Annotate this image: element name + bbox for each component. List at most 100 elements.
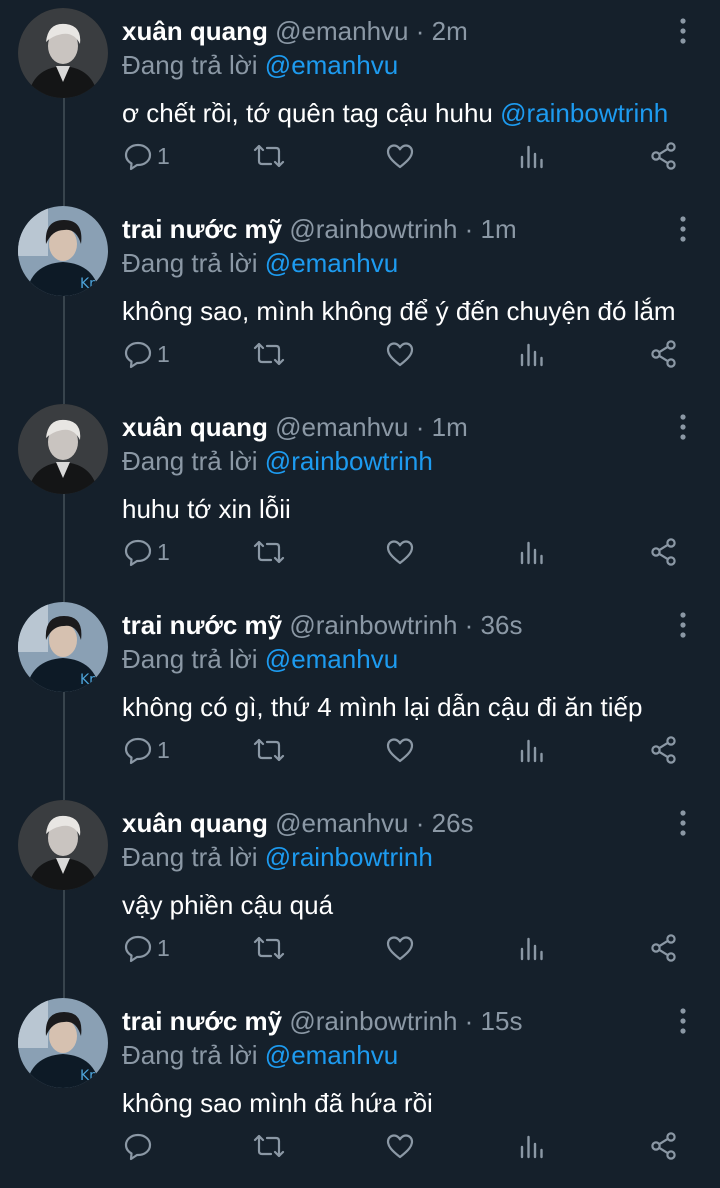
share-button[interactable] [649, 729, 679, 771]
timestamp[interactable]: 26s [432, 808, 474, 838]
more-button[interactable] [672, 806, 694, 840]
reply-to-mention[interactable]: @emanhvu [265, 644, 398, 674]
reply-to-mention[interactable]: @emanhvu [265, 1040, 398, 1070]
reply-to-mention[interactable]: @emanhvu [265, 50, 398, 80]
display-name[interactable]: xuân quang [122, 16, 268, 46]
reply-button[interactable]: 1 [123, 927, 170, 969]
retweet-button[interactable] [253, 531, 285, 573]
avatar[interactable]: Kr [18, 998, 108, 1088]
analytics-button[interactable] [518, 135, 546, 177]
analytics-button[interactable] [518, 729, 546, 771]
share-button[interactable] [649, 135, 679, 177]
retweet-button[interactable] [253, 333, 285, 375]
more-icon [680, 612, 686, 638]
reply-prefix: Đang trả lời [122, 842, 258, 872]
tweet-text: huhu tớ xin lỗii [122, 492, 291, 526]
avatar[interactable]: Kr [18, 602, 108, 692]
retweet-button[interactable] [253, 135, 285, 177]
analytics-icon [520, 739, 543, 763]
like-button[interactable] [385, 729, 415, 771]
analytics-icon [520, 1135, 543, 1159]
like-button[interactable] [385, 333, 415, 375]
like-button[interactable] [385, 135, 415, 177]
like-icon [386, 540, 414, 565]
reply-button[interactable]: 1 [123, 333, 170, 375]
display-name[interactable]: trai nước mỹ [122, 214, 282, 244]
tweet[interactable]: Kr trai nước mỹ @rainbowtrinh · 36s Đang… [0, 594, 720, 792]
timestamp[interactable]: 1m [432, 412, 468, 442]
like-button[interactable] [385, 927, 415, 969]
tweet[interactable]: Kr trai nước mỹ @rainbowtrinh · 15s Đang… [0, 990, 720, 1188]
timestamp[interactable]: 1m [481, 214, 517, 244]
share-button[interactable] [649, 927, 679, 969]
avatar-trai-nuoc-my: Kr [18, 602, 108, 692]
more-button[interactable] [672, 608, 694, 642]
retweet-button[interactable] [253, 927, 285, 969]
tweet[interactable]: xuân quang @emanhvu · 2m Đang trả lời @e… [0, 0, 720, 198]
timestamp[interactable]: 2m [432, 16, 468, 46]
analytics-button[interactable] [518, 1125, 546, 1167]
timestamp[interactable]: 36s [481, 610, 523, 640]
reply-to-mention[interactable]: @rainbowtrinh [265, 842, 433, 872]
tweet-header: trai nước mỹ @rainbowtrinh · 15s [122, 1004, 522, 1038]
display-name[interactable]: xuân quang [122, 808, 268, 838]
reply-button[interactable]: 1 [123, 135, 170, 177]
avatar[interactable] [18, 800, 108, 890]
more-button[interactable] [672, 212, 694, 246]
avatar[interactable] [18, 8, 108, 98]
retweet-icon [253, 342, 285, 366]
reply-to-mention[interactable]: @emanhvu [265, 248, 398, 278]
reply-count: 1 [157, 934, 170, 961]
share-icon [651, 340, 676, 368]
like-button[interactable] [385, 1125, 415, 1167]
more-button[interactable] [672, 1004, 694, 1038]
analytics-button[interactable] [518, 531, 546, 573]
username[interactable]: @rainbowtrinh [289, 1006, 457, 1036]
reply-button[interactable]: 1 [123, 531, 170, 573]
retweet-button[interactable] [253, 1125, 285, 1167]
retweet-icon [253, 144, 285, 168]
share-button[interactable] [649, 333, 679, 375]
analytics-button[interactable] [518, 927, 546, 969]
username[interactable]: @emanhvu [275, 808, 408, 838]
reply-count: 1 [157, 340, 170, 367]
username[interactable]: @emanhvu [275, 412, 408, 442]
reply-button[interactable] [123, 1125, 157, 1167]
more-button[interactable] [672, 14, 694, 48]
tweet-header: trai nước mỹ @rainbowtrinh · 36s [122, 608, 522, 642]
display-name[interactable]: trai nước mỹ [122, 1006, 282, 1036]
reply-context: Đang trả lời @emanhvu [122, 246, 398, 280]
username[interactable]: @rainbowtrinh [289, 610, 457, 640]
timestamp[interactable]: 15s [481, 1006, 523, 1036]
username[interactable]: @emanhvu [275, 16, 408, 46]
more-icon [680, 810, 686, 836]
tweet-text: vậy phiền cậu quá [122, 888, 333, 922]
avatar-trai-nuoc-my: Kr [18, 206, 108, 296]
avatar[interactable] [18, 404, 108, 494]
like-button[interactable] [385, 531, 415, 573]
tweet[interactable]: xuân quang @emanhvu · 1m Đang trả lời @r… [0, 396, 720, 594]
username[interactable]: @rainbowtrinh [289, 214, 457, 244]
tweet-text: không sao, mình không để ý đến chuyện đó… [122, 294, 676, 328]
reply-context: Đang trả lời @emanhvu [122, 1038, 398, 1072]
display-name[interactable]: trai nước mỹ [122, 610, 282, 640]
share-button[interactable] [649, 1125, 679, 1167]
tweet[interactable]: xuân quang @emanhvu · 26s Đang trả lời @… [0, 792, 720, 990]
share-button[interactable] [649, 531, 679, 573]
tweet-body: ơ chết rồi, tớ quên tag cậu huhu [122, 98, 493, 128]
text-mention[interactable]: @rainbowtrinh [500, 98, 668, 128]
avatar[interactable]: Kr [18, 206, 108, 296]
tweet[interactable]: Kr trai nước mỹ @rainbowtrinh · 1m Đang … [0, 198, 720, 396]
more-button[interactable] [672, 410, 694, 444]
reply-button[interactable]: 1 [123, 729, 170, 771]
display-name[interactable]: xuân quang [122, 412, 268, 442]
reply-prefix: Đang trả lời [122, 50, 258, 80]
tweet-header: xuân quang @emanhvu · 2m [122, 14, 468, 48]
retweet-button[interactable] [253, 729, 285, 771]
analytics-button[interactable] [518, 333, 546, 375]
separator-dot: · [464, 610, 474, 640]
share-icon [651, 1132, 676, 1160]
analytics-icon [520, 937, 543, 961]
reply-to-mention[interactable]: @rainbowtrinh [265, 446, 433, 476]
tweet-body: không có gì, thứ 4 mình lại dẫn cậu đi ă… [122, 692, 643, 722]
